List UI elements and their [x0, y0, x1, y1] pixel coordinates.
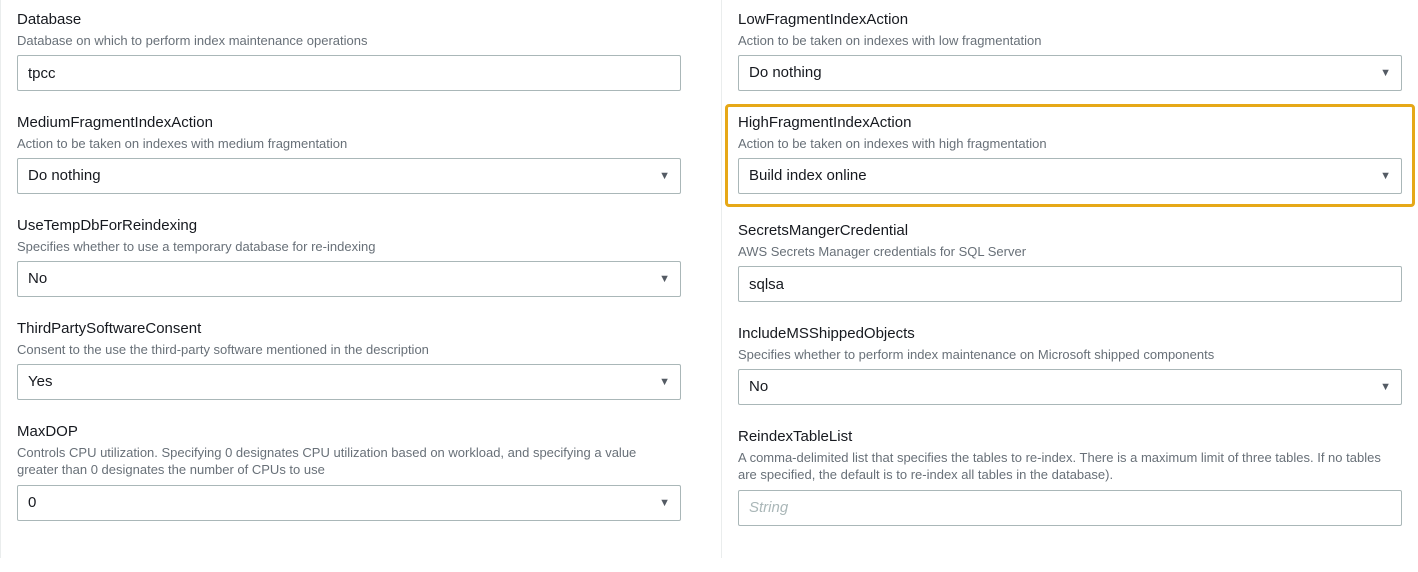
field-high-fragment-index-action: HighFragmentIndexAction Action to be take…: [725, 104, 1415, 207]
field-label: MediumFragmentIndexAction: [17, 113, 681, 133]
third-party-software-consent-select[interactable]: Yes▼: [17, 364, 681, 400]
chevron-down-icon: ▼: [659, 159, 670, 193]
field-max-dop: MaxDOPControls CPU utilization. Specifyi…: [17, 422, 681, 521]
select-value: No: [749, 370, 1372, 404]
reindex-table-list-input[interactable]: [738, 490, 1402, 526]
field-description: Action to be taken on indexes with mediu…: [17, 135, 681, 153]
medium-fragment-index-action-select[interactable]: Do nothing▼: [17, 158, 681, 194]
field-use-temp-db-for-reindexing: UseTempDbForReindexing Specifies whether …: [17, 216, 681, 297]
left-column: Database Database on which to perform ind…: [0, 0, 697, 558]
field-reindex-table-list: ReindexTableListA comma-delimited list t…: [738, 427, 1402, 526]
field-description: Database on which to perform index maint…: [17, 32, 681, 50]
field-third-party-software-consent: ThirdPartySoftwareConsent Consent to the …: [17, 319, 681, 400]
chevron-down-icon: ▼: [659, 262, 670, 296]
field-database: Database Database on which to perform ind…: [17, 10, 681, 91]
select-value: Yes: [28, 365, 651, 399]
high-fragment-index-action-select[interactable]: Build index online▼: [738, 158, 1402, 194]
field-label: ReindexTableList: [738, 427, 1402, 447]
field-medium-fragment-index-action: MediumFragmentIndexAction Action to be ta…: [17, 113, 681, 194]
field-description: Specifies whether to use a temporary dat…: [17, 238, 681, 256]
field-label: UseTempDbForReindexing: [17, 216, 681, 236]
form-container: Database Database on which to perform ind…: [0, 0, 1418, 558]
chevron-down-icon: ▼: [659, 365, 670, 399]
field-include-ms-shipped-objects: IncludeMSShippedObjects Specifies whether…: [738, 324, 1402, 405]
field-description: Specifies whether to perform index maint…: [738, 346, 1402, 364]
chevron-down-icon: ▼: [659, 486, 670, 520]
low-fragment-index-action-select[interactable]: Do nothing▼: [738, 55, 1402, 91]
field-description: A comma-delimited list that specifies th…: [738, 449, 1402, 484]
field-label: Database: [17, 10, 681, 30]
field-description: Action to be taken on indexes with low f…: [738, 32, 1402, 50]
field-description: Controls CPU utilization. Specifying 0 d…: [17, 444, 681, 479]
field-label: SecretsMangerCredential: [738, 221, 1402, 241]
field-description: Action to be taken on indexes with high …: [738, 135, 1402, 153]
use-temp-db-for-reindexing-select[interactable]: No▼: [17, 261, 681, 297]
select-value: No: [28, 262, 651, 296]
right-column: LowFragmentIndexAction Action to be taken…: [721, 0, 1418, 558]
chevron-down-icon: ▼: [1380, 56, 1391, 90]
field-label: MaxDOP: [17, 422, 681, 442]
select-value: Do nothing: [749, 56, 1372, 90]
chevron-down-icon: ▼: [1380, 370, 1391, 404]
field-label: ThirdPartySoftwareConsent: [17, 319, 681, 339]
database-input[interactable]: [17, 55, 681, 91]
field-label: HighFragmentIndexAction: [738, 113, 1402, 133]
include-ms-shipped-objects-select[interactable]: No▼: [738, 369, 1402, 405]
field-description: Consent to the use the third-party softw…: [17, 341, 681, 359]
chevron-down-icon: ▼: [1380, 159, 1391, 193]
max-dop-select[interactable]: 0▼: [17, 485, 681, 521]
select-value: 0: [28, 486, 651, 520]
field-low-fragment-index-action: LowFragmentIndexAction Action to be taken…: [738, 10, 1402, 91]
field-description: AWS Secrets Manager credentials for SQL …: [738, 243, 1402, 261]
field-label: IncludeMSShippedObjects: [738, 324, 1402, 344]
select-value: Do nothing: [28, 159, 651, 193]
field-secrets-manager-credential: SecretsMangerCredential AWS Secrets Manag…: [738, 221, 1402, 302]
secrets-manager-credential-input[interactable]: [738, 266, 1402, 302]
field-label: LowFragmentIndexAction: [738, 10, 1402, 30]
select-value: Build index online: [749, 159, 1372, 193]
